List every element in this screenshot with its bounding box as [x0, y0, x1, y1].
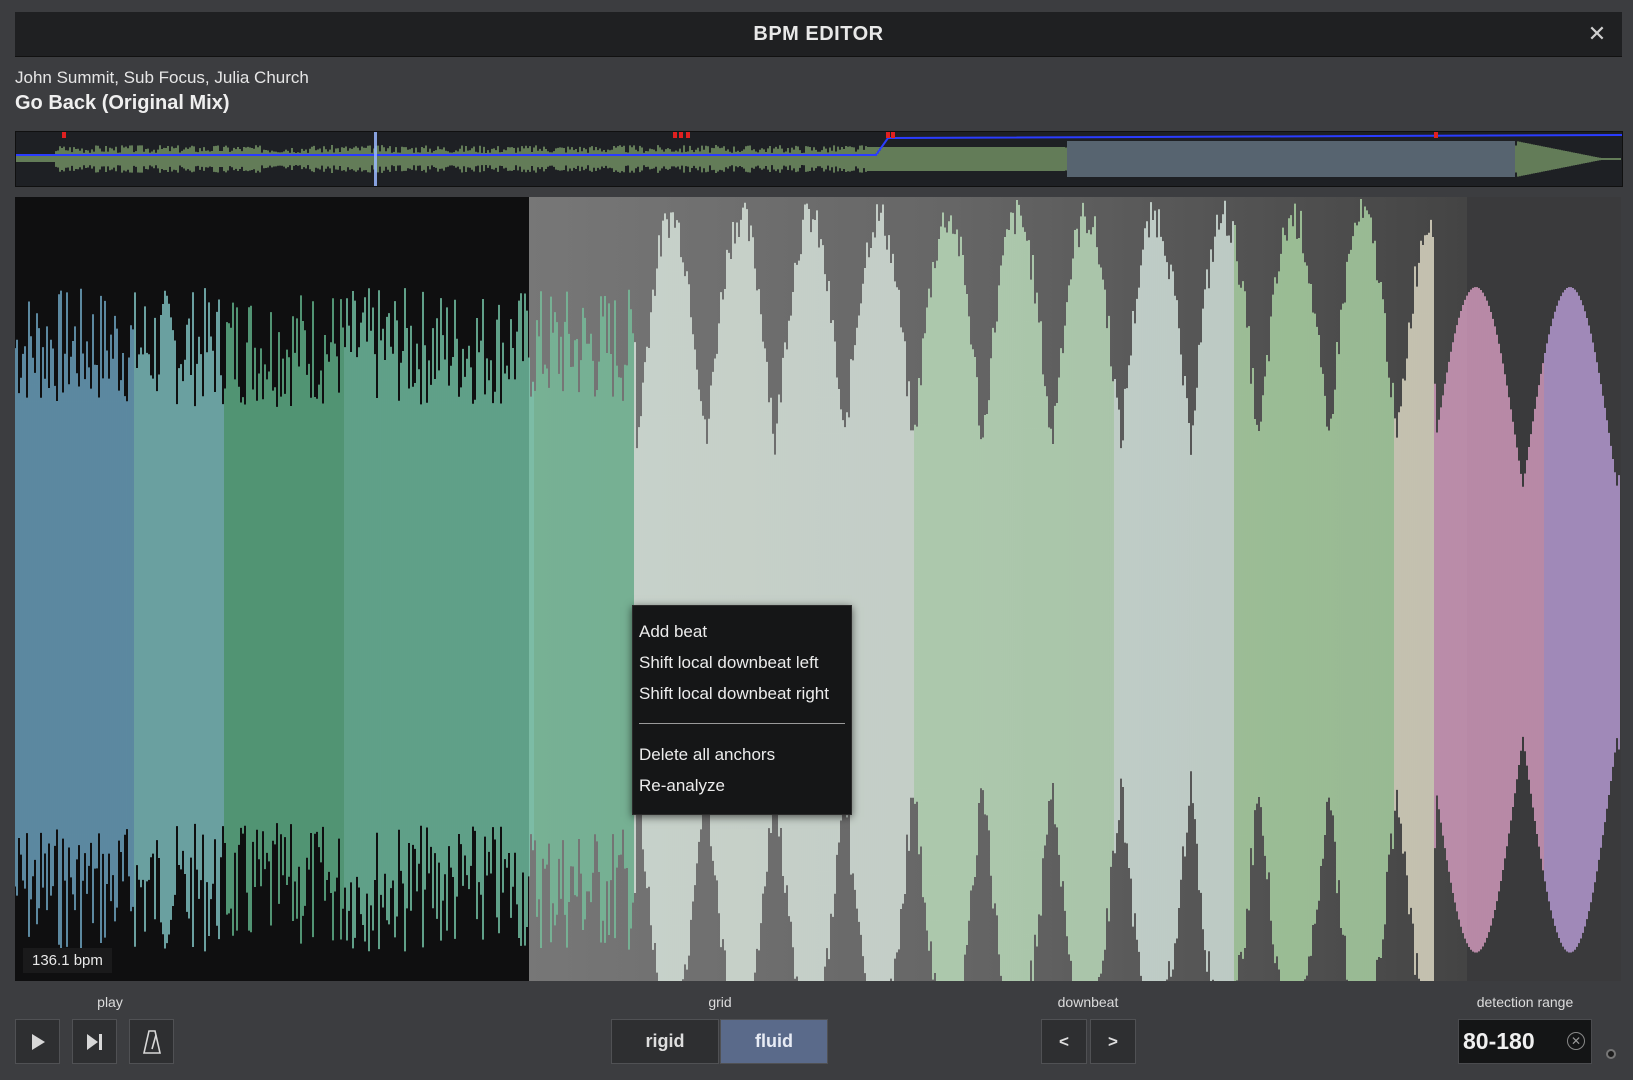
- skip-forward-icon: [86, 1033, 102, 1050]
- resize-handle[interactable]: [1606, 1049, 1616, 1059]
- metronome-button[interactable]: [129, 1019, 174, 1064]
- downbeat-left-button[interactable]: <: [1041, 1019, 1087, 1064]
- detection-range-value: 80-180: [1463, 1028, 1535, 1054]
- detection-range-label: detection range: [1476, 994, 1574, 1010]
- menu-separator: [639, 723, 845, 724]
- play-button[interactable]: [15, 1019, 60, 1064]
- title-bar: BPM EDITOR ✕: [15, 12, 1622, 57]
- track-title: Go Back (Original Mix): [15, 92, 230, 114]
- downbeat-right-button[interactable]: >: [1090, 1019, 1136, 1064]
- play-label: play: [97, 994, 123, 1010]
- close-icon[interactable]: ✕: [1584, 21, 1610, 47]
- grid-label: grid: [708, 994, 732, 1010]
- menu-item-delete-all-anchors[interactable]: Delete all anchors: [633, 739, 851, 770]
- context-menu: Add beat Shift local downbeat left Shift…: [632, 605, 852, 815]
- metronome-icon: [142, 1029, 161, 1054]
- grid-fluid-button[interactable]: fluid: [720, 1019, 828, 1064]
- detection-range-input[interactable]: 80-180 ✕: [1458, 1019, 1592, 1064]
- menu-item-re-analyze[interactable]: Re-analyze: [633, 770, 851, 801]
- skip-forward-button[interactable]: [72, 1019, 117, 1064]
- grid-rigid-button[interactable]: rigid: [611, 1019, 719, 1064]
- track-artist: John Summit, Sub Focus, Julia Church: [15, 68, 309, 87]
- menu-item-shift-downbeat-left[interactable]: Shift local downbeat left: [633, 647, 851, 678]
- menu-item-shift-downbeat-right[interactable]: Shift local downbeat right: [633, 678, 851, 709]
- window-title: BPM EDITOR: [753, 22, 884, 45]
- menu-item-add-beat[interactable]: Add beat: [633, 616, 851, 647]
- overview-waveform-graphic: [16, 132, 1622, 186]
- downbeat-label: downbeat: [1057, 994, 1119, 1010]
- play-icon: [31, 1033, 45, 1050]
- waveform-overview[interactable]: [15, 131, 1623, 187]
- bpm-editor-window: BPM EDITOR ✕ John Summit, Sub Focus, Jul…: [0, 0, 1633, 1080]
- main-waveform-graphic: [15, 197, 1621, 981]
- bpm-readout: 136.1 bpm: [23, 948, 112, 973]
- main-waveform[interactable]: 136.1 bpm: [15, 197, 1621, 981]
- clear-icon[interactable]: ✕: [1567, 1032, 1585, 1050]
